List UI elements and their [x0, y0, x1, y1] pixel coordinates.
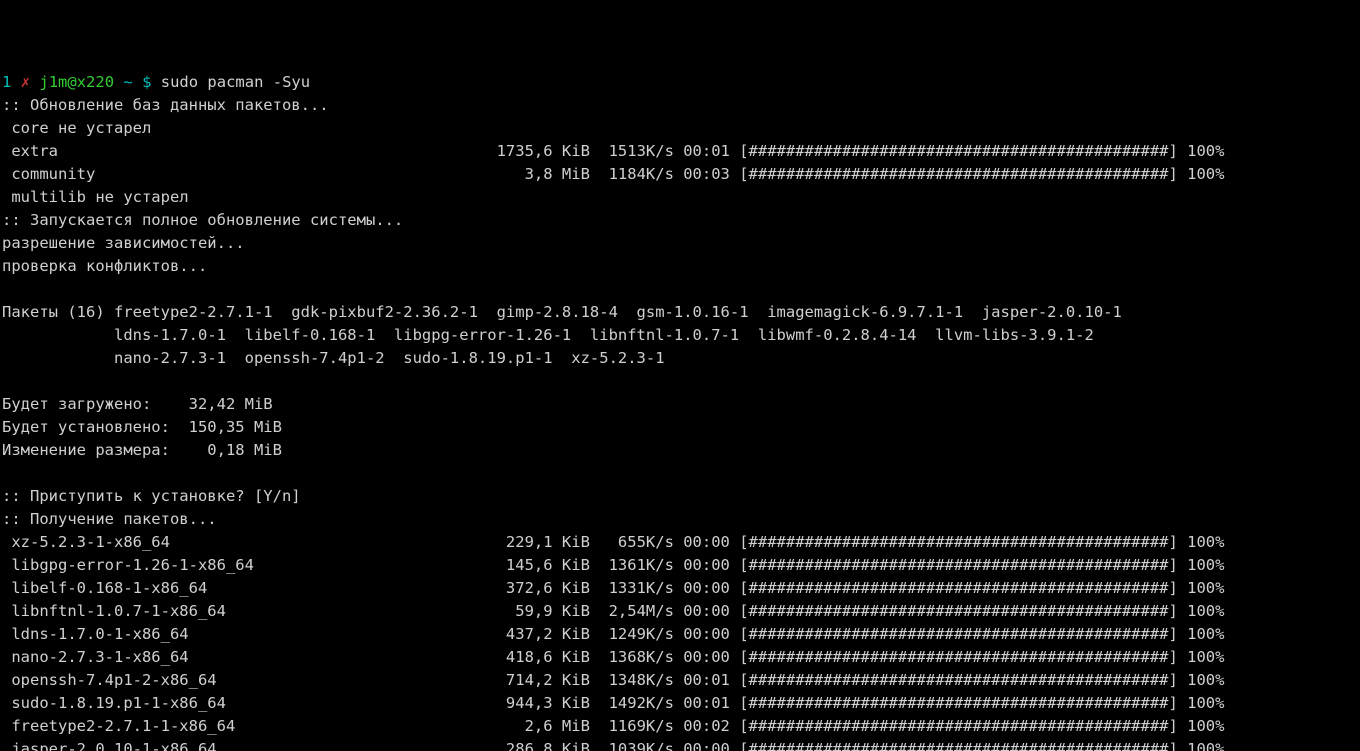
- pkg-stats: 59,9 KiB 2,54M/s 00:00 [################…: [497, 602, 1225, 620]
- pkg-stats: 944,3 KiB 1492K/s 00:01 [###############…: [497, 694, 1225, 712]
- size-line: Будет установлено: 150,35 MiB: [2, 418, 282, 436]
- pkg-name: openssh-7.4p1-2-x86_64: [2, 671, 497, 689]
- pkg-name: xz-5.2.3-1-x86_64: [2, 533, 497, 551]
- pkg-stats: 2,6 MiB 1169K/s 00:02 [#################…: [497, 717, 1225, 735]
- user-host: j1m@x220: [39, 73, 114, 91]
- output-line: разрешение зависимостей...: [2, 234, 245, 252]
- close-x-icon: ✗: [21, 73, 30, 91]
- output-line: :: Запускается полное обновление системы…: [2, 211, 403, 229]
- output-line: multilib не устарел: [2, 188, 189, 206]
- terminal-window[interactable]: 1 ✗ j1m@x220 ~ $ sudo pacman -Syu :: Обн…: [0, 46, 1360, 751]
- download-line: community 3,8 MiB 1184K/s 00:03 [#######…: [2, 165, 1224, 183]
- repo-stats: 3,8 MiB 1184K/s 00:03 [#################…: [497, 165, 1225, 183]
- confirm-prompt[interactable]: :: Приступить к установке? [Y/n]: [2, 487, 301, 505]
- output-line: :: Обновление баз данных пакетов...: [2, 96, 329, 114]
- download-line: extra 1735,6 KiB 1513K/s 00:01 [########…: [2, 142, 1224, 160]
- blank-line: [2, 372, 11, 390]
- packages-line: Пакеты (16) freetype2-2.7.1-1 gdk-pixbuf…: [2, 303, 1122, 321]
- download-line: libelf-0.168-1-x86_64 372,6 KiB 1331K/s …: [2, 579, 1224, 597]
- pkg-name: libgpg-error-1.26-1-x86_64: [2, 556, 497, 574]
- download-line: nano-2.7.3-1-x86_64 418,6 KiB 1368K/s 00…: [2, 648, 1224, 666]
- pkg-stats: 372,6 KiB 1331K/s 00:00 [###############…: [497, 579, 1225, 597]
- download-line: libnftnl-1.0.7-1-x86_64 59,9 KiB 2,54M/s…: [2, 602, 1224, 620]
- pkg-name: libnftnl-1.0.7-1-x86_64: [2, 602, 497, 620]
- packages-line: ldns-1.7.0-1 libelf-0.168-1 libgpg-error…: [2, 326, 1094, 344]
- pkg-name: nano-2.7.3-1-x86_64: [2, 648, 497, 666]
- pkg-stats: 418,6 KiB 1368K/s 00:00 [###############…: [497, 648, 1225, 666]
- cwd: ~: [123, 73, 132, 91]
- repo-stats: 1735,6 KiB 1513K/s 00:01 [##############…: [497, 142, 1225, 160]
- pkg-name: sudo-1.8.19.p1-1-x86_64: [2, 694, 497, 712]
- output-line: :: Получение пакетов...: [2, 510, 217, 528]
- pkg-stats: 437,2 KiB 1249K/s 00:00 [###############…: [497, 625, 1225, 643]
- output-line: core не устарел: [2, 119, 151, 137]
- download-line: openssh-7.4p1-2-x86_64 714,2 KiB 1348K/s…: [2, 671, 1224, 689]
- pkg-stats: 145,6 KiB 1361K/s 00:00 [###############…: [497, 556, 1225, 574]
- blank-line: [2, 280, 11, 298]
- size-line: Изменение размера: 0,18 MiB: [2, 441, 282, 459]
- prompt-symbol: $: [142, 73, 151, 91]
- repo-name: extra: [2, 142, 497, 160]
- pkg-name: freetype2-2.7.1-1-x86_64: [2, 717, 497, 735]
- pkg-name: jasper-2.0.10-1-x86_64: [2, 740, 497, 751]
- command-input[interactable]: sudo pacman -Syu: [161, 73, 310, 91]
- download-line: freetype2-2.7.1-1-x86_64 2,6 MiB 1169K/s…: [2, 717, 1224, 735]
- download-line: xz-5.2.3-1-x86_64 229,1 KiB 655K/s 00:00…: [2, 533, 1224, 551]
- packages-line: nano-2.7.3-1 openssh-7.4p1-2 sudo-1.8.19…: [2, 349, 665, 367]
- blank-line: [2, 464, 11, 482]
- output-line: проверка конфликтов...: [2, 257, 207, 275]
- download-line: jasper-2.0.10-1-x86_64 286,8 KiB 1039K/s…: [2, 740, 1224, 751]
- tab-number: 1: [2, 73, 11, 91]
- size-line: Будет загружено: 32,42 MiB: [2, 395, 273, 413]
- repo-name: community: [2, 165, 497, 183]
- download-line: ldns-1.7.0-1-x86_64 437,2 KiB 1249K/s 00…: [2, 625, 1224, 643]
- pkg-stats: 286,8 KiB 1039K/s 00:00 [###############…: [497, 740, 1225, 751]
- pkg-name: ldns-1.7.0-1-x86_64: [2, 625, 497, 643]
- download-line: libgpg-error-1.26-1-x86_64 145,6 KiB 136…: [2, 556, 1224, 574]
- pkg-stats: 714,2 KiB 1348K/s 00:01 [###############…: [497, 671, 1225, 689]
- prompt-line: 1 ✗ j1m@x220 ~ $ sudo pacman -Syu: [2, 71, 310, 94]
- download-line: sudo-1.8.19.p1-1-x86_64 944,3 KiB 1492K/…: [2, 694, 1224, 712]
- pkg-name: libelf-0.168-1-x86_64: [2, 579, 497, 597]
- pkg-stats: 229,1 KiB 655K/s 00:00 [################…: [497, 533, 1225, 551]
